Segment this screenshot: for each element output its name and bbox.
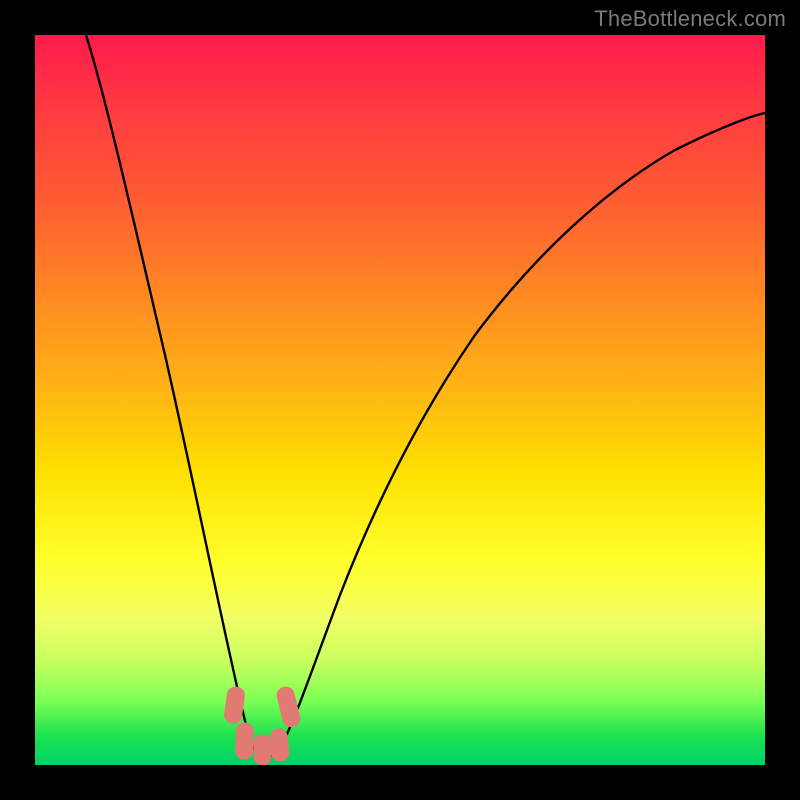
plot-area [35,35,765,765]
chart-frame: TheBottleneck.com [0,0,800,800]
valley-markers [224,685,302,765]
watermark-text: TheBottleneck.com [594,6,786,32]
bottleneck-curve [86,35,765,757]
curve-layer [35,35,765,765]
